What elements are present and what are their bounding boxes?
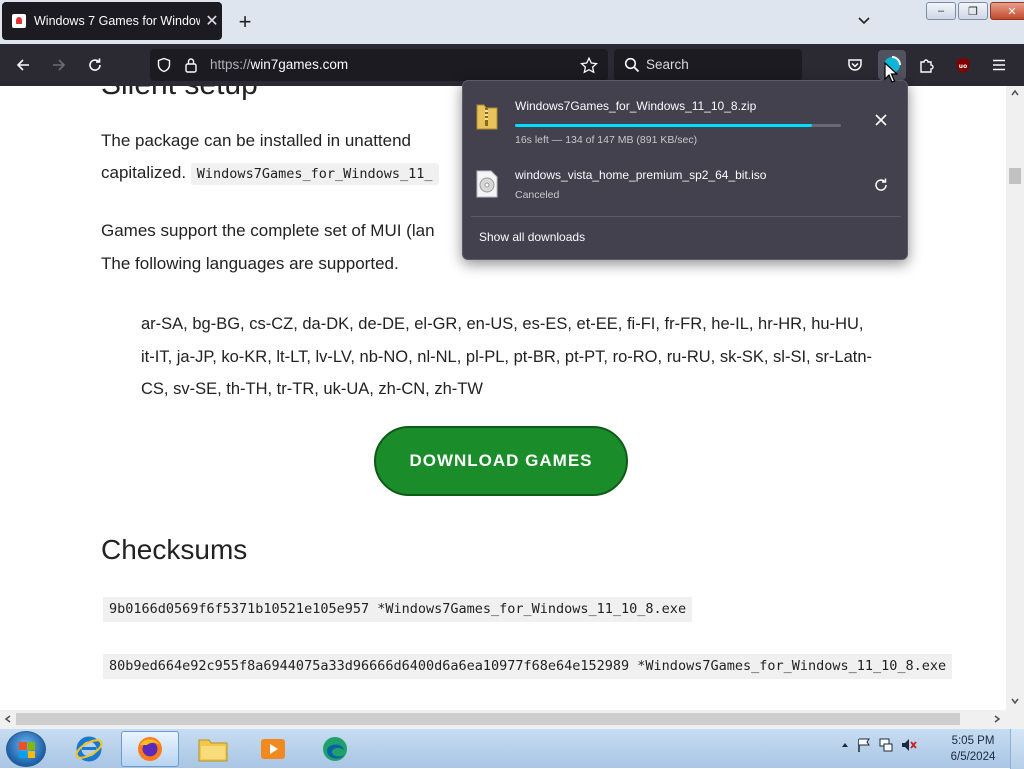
zip-folder-icon (476, 104, 498, 130)
search-placeholder: Search (646, 57, 689, 72)
system-tray (840, 737, 918, 753)
pocket-icon (848, 59, 862, 71)
minimize-button[interactable]: – (926, 2, 956, 20)
download-item-zip[interactable]: Windows7Games_for_Windows_11_10_8.zip 16… (463, 87, 909, 151)
internet-explorer-icon (75, 736, 103, 762)
panel-divider (471, 216, 901, 217)
ublock-shield-icon: uo (956, 57, 970, 73)
show-all-downloads-link[interactable]: Show all downloads (479, 230, 585, 244)
scrollbar-corner (1006, 710, 1024, 728)
site-favicon-icon (12, 14, 26, 28)
url-protocol: https:// (210, 57, 251, 72)
languages-list: ar-SA, bg-BG, cs-CZ, da-DK, de-DE, el-GR… (141, 315, 873, 398)
bookmark-star-icon[interactable] (579, 56, 599, 79)
taskbar-media-player[interactable] (244, 731, 302, 767)
arrow-right-icon (53, 59, 66, 71)
reload-button[interactable] (82, 52, 108, 78)
disc-image-file-icon (476, 170, 498, 198)
tab-title: Windows 7 Games for Windows 11, 10, 8 (34, 14, 200, 28)
vertical-scroll-thumb[interactable] (1009, 168, 1021, 184)
close-tab-icon[interactable]: ✕ (204, 11, 220, 31)
folder-icon (198, 739, 228, 762)
retry-download-button[interactable] (867, 171, 895, 199)
checksum-md5: 9b0166d0569f6f5371b10521e105e957 *Window… (103, 597, 693, 622)
restore-button[interactable]: ❐ (958, 2, 988, 20)
close-window-button[interactable]: ✕ (990, 2, 1024, 20)
setup-command-code: Windows7Games_for_Windows_11_ (190, 163, 439, 185)
ublock-origin-button[interactable]: uo (950, 52, 976, 78)
mui-paragraph-line2: The following languages are supported. (101, 254, 399, 273)
vertical-scrollbar[interactable] (1006, 86, 1024, 710)
forward-button[interactable] (46, 52, 72, 78)
scroll-right-arrow-icon[interactable] (992, 714, 1002, 724)
mui-paragraph-line1: Games support the complete set of MUI (l… (101, 221, 435, 240)
hamburger-menu-icon (993, 59, 1005, 71)
close-icon (875, 114, 887, 126)
scroll-up-arrow-icon[interactable] (1010, 88, 1020, 98)
taskbar-edge[interactable] (306, 731, 364, 767)
url-text: https://win7games.com (210, 57, 348, 72)
clock-date: 6/5/2024 (950, 751, 996, 763)
download-status: Canceled (515, 189, 560, 201)
cancel-download-button[interactable] (867, 106, 895, 134)
address-bar[interactable]: https://win7games.com (150, 49, 608, 81)
reload-icon (89, 58, 101, 71)
horizontal-scrollbar[interactable] (0, 710, 1006, 728)
search-bar[interactable]: Search (614, 49, 802, 81)
windows-taskbar: 5:05 PM 6/5/2024 (0, 728, 1024, 769)
clock-time: 5:05 PM (951, 735, 995, 747)
download-progress-fill (515, 124, 812, 127)
show-desktop-button[interactable] (1010, 729, 1024, 769)
pocket-button[interactable] (842, 52, 868, 78)
download-filename: windows_vista_home_premium_sp2_64_bit.is… (515, 168, 767, 182)
chevron-down-icon (858, 17, 870, 25)
list-all-tabs-button[interactable] (856, 12, 872, 28)
downloads-panel: Windows7Games_for_Windows_11_10_8.zip 16… (462, 71, 909, 260)
tab-strip: Windows 7 Games for Windows 11, 10, 8 ✕ … (0, 0, 1024, 44)
volume-muted-icon[interactable] (900, 737, 918, 753)
setup-paragraph-line1: The package can be installed in unattend (101, 131, 412, 150)
svg-text:uo: uo (959, 63, 967, 70)
download-item-iso[interactable]: windows_vista_home_premium_sp2_64_bit.is… (463, 153, 909, 217)
extensions-button[interactable] (914, 52, 940, 78)
lock-icon[interactable] (184, 57, 198, 78)
setup-paragraph-text: capitalized. (101, 163, 187, 182)
new-tab-button[interactable]: + (234, 9, 256, 35)
window-controls: – ❐ ✕ (926, 2, 1024, 20)
search-icon (624, 57, 640, 78)
back-button[interactable] (10, 52, 36, 78)
download-filename: Windows7Games_for_Windows_11_10_8.zip (515, 99, 757, 113)
action-center-flag-icon[interactable] (856, 737, 872, 753)
taskbar-file-explorer[interactable] (184, 731, 242, 767)
edge-icon (323, 737, 347, 761)
scroll-left-arrow-icon[interactable] (3, 714, 13, 724)
show-hidden-icons-icon[interactable] (840, 740, 850, 750)
retry-icon (875, 178, 887, 191)
heading-checksums: Checksums (101, 534, 248, 565)
heading-silent-setup: Silent setup (101, 86, 258, 102)
taskbar-firefox[interactable] (121, 731, 179, 767)
taskbar-internet-explorer[interactable] (60, 731, 118, 767)
horizontal-scroll-thumb[interactable] (16, 713, 960, 725)
app-menu-button[interactable] (986, 52, 1012, 78)
download-progress-bar (515, 124, 841, 127)
setup-paragraph-line2: capitalized. Windows7Games_for_Windows_1… (101, 163, 439, 185)
mouse-cursor-icon (884, 62, 898, 83)
checksum-sha256: 80b9ed664e92c955f8a6944075a33d96666d6400… (103, 654, 953, 679)
network-icon[interactable] (878, 737, 894, 753)
url-host: win7games.com (250, 57, 349, 72)
tracking-protection-shield-icon[interactable] (156, 57, 172, 78)
taskbar-clock[interactable]: 5:05 PM 6/5/2024 (944, 733, 1002, 765)
browser-tab-active[interactable]: Windows 7 Games for Windows 11, 10, 8 ✕ (2, 2, 222, 40)
download-status: 16s left — 134 of 147 MB (891 KB/sec) (515, 134, 698, 146)
arrow-left-icon (16, 59, 29, 71)
start-button[interactable] (6, 731, 46, 767)
download-games-button[interactable]: DOWNLOAD GAMES (374, 426, 628, 496)
windows-logo-icon (19, 742, 35, 758)
scroll-down-arrow-icon[interactable] (1010, 696, 1020, 706)
media-player-icon (261, 739, 285, 759)
puzzle-piece-icon (920, 59, 934, 73)
firefox-icon (138, 737, 162, 761)
